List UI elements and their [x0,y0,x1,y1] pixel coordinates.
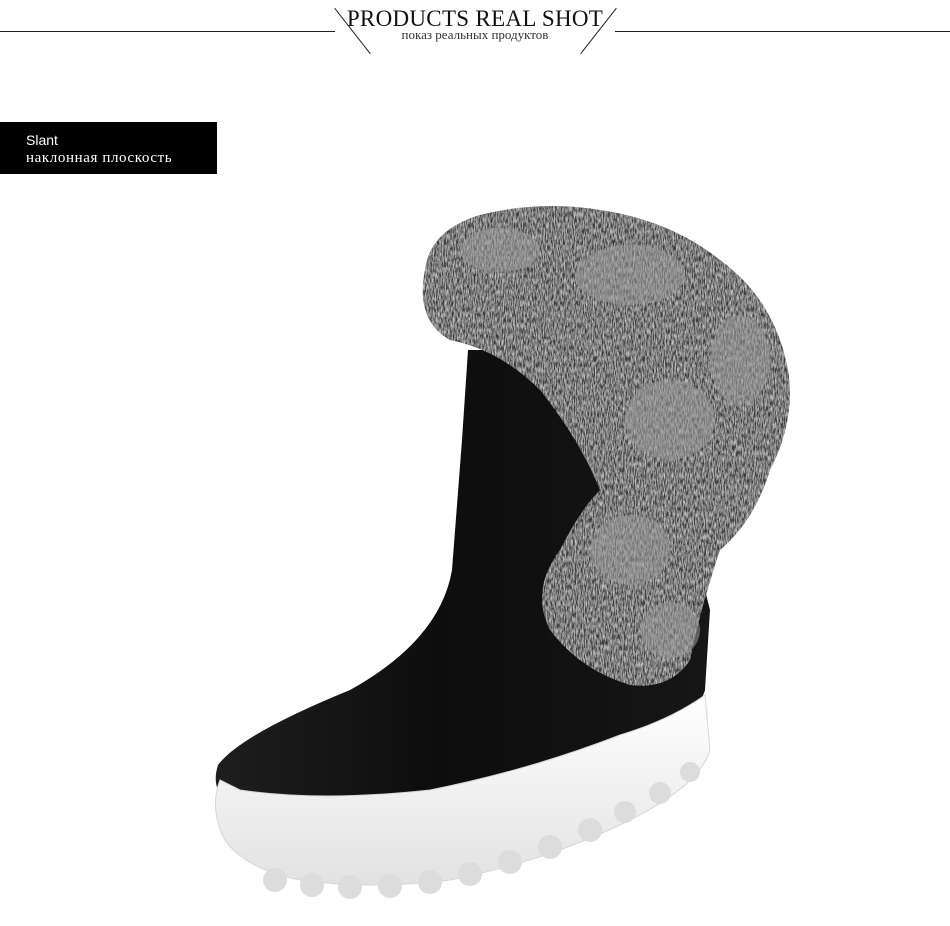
view-label: Slant наклонная плоскость [0,122,217,174]
page-header: PRODUCTS REAL SHOT показ реальных продук… [0,0,950,60]
header-subtitle: показ реальных продуктов [401,27,549,42]
view-label-english: Slant [26,132,58,148]
view-label-russian: наклонная плоскость [26,150,173,166]
boot-photo [215,206,790,899]
product-photo [200,190,810,921]
